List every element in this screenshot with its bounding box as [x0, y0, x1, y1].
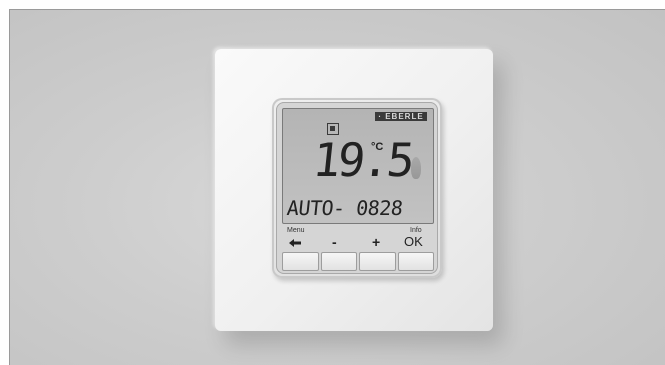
temperature-unit: °C — [371, 141, 384, 153]
ok-label: OK — [404, 234, 423, 249]
button-labels: Menu - + Info OK — [282, 226, 432, 250]
status-readout: AUTO- 0828 — [285, 196, 404, 220]
menu-back-button[interactable] — [282, 252, 319, 271]
frame-border-top — [9, 9, 665, 10]
temperature-readout: 19.5 — [310, 133, 415, 187]
brand-logo: · EBERLE — [375, 112, 427, 121]
frame-border-left — [9, 9, 10, 365]
thermostat-unit: · EBERLE 19.5 °C AUTO- 0828 Menu - + Inf… — [272, 98, 442, 278]
plus-label: + — [372, 234, 381, 250]
minus-label: - — [332, 234, 337, 250]
flame-icon — [411, 157, 421, 179]
minus-button[interactable] — [320, 252, 357, 271]
photo-background: · EBERLE 19.5 °C AUTO- 0828 Menu - + Inf… — [9, 9, 665, 365]
wall-plate: · EBERLE 19.5 °C AUTO- 0828 Menu - + Inf… — [215, 49, 493, 331]
thermostat-bezel: · EBERLE 19.5 °C AUTO- 0828 Menu - + Inf… — [276, 102, 438, 274]
menu-label: Menu — [287, 227, 305, 234]
arrow-left-icon — [289, 239, 301, 247]
plus-button[interactable] — [359, 252, 396, 271]
info-label: Info — [410, 227, 422, 234]
button-row — [282, 252, 434, 272]
lcd-display: · EBERLE 19.5 °C AUTO- 0828 — [282, 108, 434, 224]
info-ok-button[interactable] — [397, 252, 434, 271]
